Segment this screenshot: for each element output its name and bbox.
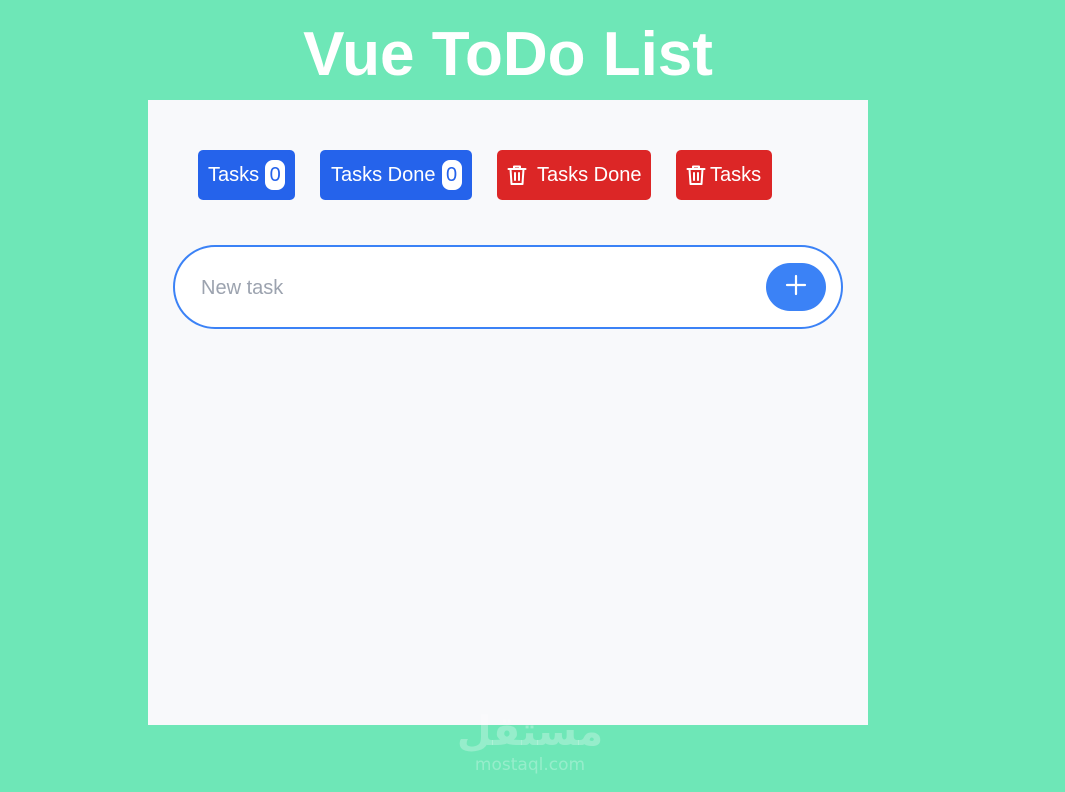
trash-icon	[686, 164, 706, 186]
tasks-done-filter-button[interactable]: Tasks Done 0	[320, 150, 472, 200]
tasks-count-badge: 0	[265, 160, 286, 190]
tasks-filter-label: Tasks	[208, 163, 260, 186]
watermark-latin: mostaql.com	[474, 755, 586, 775]
delete-done-tasks-label: Tasks Done	[537, 163, 642, 186]
tasks-filter-button[interactable]: Tasks 0	[198, 150, 295, 200]
delete-done-tasks-button[interactable]: Tasks Done	[497, 150, 651, 200]
tasks-done-filter-label: Tasks Done	[331, 163, 436, 186]
delete-all-tasks-label: Tasks	[710, 163, 762, 186]
new-task-input[interactable]	[199, 267, 743, 309]
add-task-button[interactable]	[766, 263, 826, 311]
page-title: Vue ToDo List	[303, 20, 713, 89]
new-task-form	[173, 245, 843, 329]
plus-icon	[785, 274, 807, 301]
todo-card: Tasks 0 Tasks Done 0 Tasks Done Tasks Ne…	[148, 100, 868, 725]
trash-icon	[507, 164, 527, 186]
tasks-done-count-badge: 0	[441, 160, 462, 190]
delete-all-tasks-button[interactable]: Tasks	[676, 150, 772, 200]
